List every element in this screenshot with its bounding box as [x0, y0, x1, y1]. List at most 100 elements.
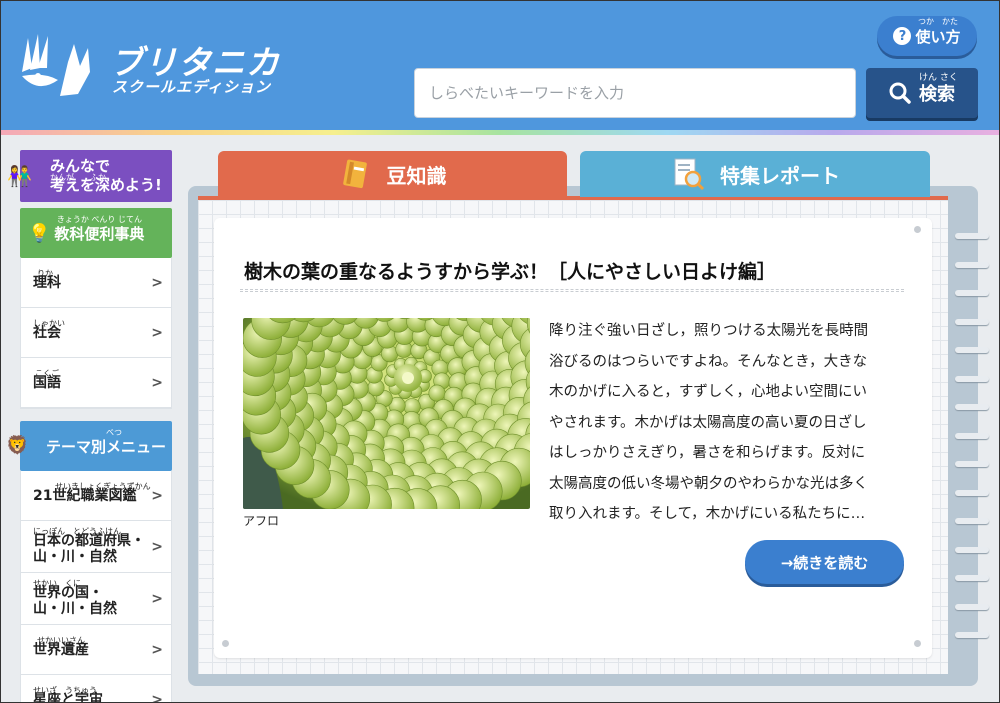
notebook-ring: [955, 347, 989, 353]
notebook-ring: [955, 318, 989, 325]
card-corner-dot: [914, 226, 921, 233]
excerpt-line: はしっかりさえぎり，暑さを和らげます。反対に: [549, 445, 866, 461]
notebook-ring: [955, 404, 989, 410]
sidebar-item-label: せかいいさん 世界遺産: [33, 636, 89, 658]
chevron-right-icon: >: [151, 487, 163, 504]
ruby-text: せかいいさん: [37, 635, 85, 645]
book-icon: [342, 159, 367, 189]
label-line1: にっぽん とどうふけん 日本の都道府県・: [33, 527, 145, 549]
question-circle-icon: ?: [893, 27, 912, 45]
article-title[interactable]: 樹木の葉の重なるようすから学ぶ！［人にやさしい日よけ編］: [244, 257, 776, 284]
chevron-right-icon: >: [151, 374, 163, 391]
lion-icon: 🦁: [6, 435, 29, 456]
notebook-ring: [955, 546, 989, 553]
theme-heading-label: べつ テーマ別メニュー: [46, 428, 167, 457]
card-corner-dot: [222, 640, 229, 647]
sidebar-item-world-heritage[interactable]: せかいいさん 世界遺産 >: [21, 625, 171, 675]
sidebar-item-science[interactable]: りか 理科 >: [21, 258, 171, 308]
search-ruby: けん さく: [919, 73, 958, 83]
sidebar-item-label: こくご 国語: [33, 369, 61, 391]
sidebar-item-constellations[interactable]: せいざ うちゅう 星座と宇宙 >: [21, 675, 171, 703]
chevron-right-icon: >: [151, 324, 163, 341]
sidebar-item-label: しゃかい 社会: [33, 319, 65, 341]
sidebar-item-label: せいきしょくぎょうずかん 21世紀職業図鑑: [33, 482, 151, 504]
people-icon: 👫: [7, 164, 32, 188]
rainbow-divider: [0, 130, 1000, 135]
chevron-right-icon: >: [151, 641, 163, 658]
sidebar-item-label: せかい くに 世界の国・ 山・川・自然: [33, 579, 117, 617]
help-button[interactable]: ? つか かた 使い方: [877, 16, 977, 56]
ruby-text: せかい くに: [33, 578, 81, 588]
notebook-ring: [955, 461, 989, 467]
chevron-right-icon: >: [151, 691, 163, 703]
search-button[interactable]: けん さく 検索: [866, 68, 978, 118]
notebook-ring: [955, 603, 989, 610]
notebook-ring: [955, 632, 989, 638]
minna-line2-wrap: かんが ふか 考えを深めよう!: [50, 173, 162, 195]
tab-special-report[interactable]: 特集レポート: [580, 151, 930, 197]
title-divider: [240, 289, 904, 292]
sidebar-item-social[interactable]: しゃかい 社会 >: [21, 308, 171, 358]
tab-trivia[interactable]: 豆知識: [218, 151, 567, 197]
tab-trivia-label: 豆知識: [386, 163, 447, 188]
theme-menu-heading: 🦁 べつ テーマ別メニュー: [6, 421, 172, 471]
excerpt-line: 太陽高度の低い冬場や朝夕のやわらかな光は多く: [549, 475, 868, 492]
search-button-label: けん さく 検索: [919, 73, 958, 106]
tab-report-label: 特集レポート: [720, 163, 840, 188]
sidebar-item-label: にっぽん とどうふけん 日本の都道府県・ 山・川・自然: [33, 527, 145, 565]
theme-list: せいきしょくぎょうずかん 21世紀職業図鑑 > にっぽん とどうふけん 日本の都道府…: [20, 471, 172, 703]
minna-ruby: かんが ふか: [50, 173, 106, 182]
search-input[interactable]: [414, 68, 856, 118]
dictionary-ruby: きょうか べんり じてん: [56, 214, 142, 224]
ruby-text: りか: [37, 268, 53, 278]
sidebar-item-careers[interactable]: せいきしょくぎょうずかん 21世紀職業図鑑 >: [21, 471, 171, 521]
minna-banner[interactable]: 👫 みんなで かんが ふか 考えを深めよう!: [7, 150, 172, 202]
notebook-ring: [955, 575, 989, 581]
sidebar-item-world-countries[interactable]: せかい くに 世界の国・ 山・川・自然 >: [21, 573, 171, 625]
subject-list: りか 理科 > しゃかい 社会 > こくご 国語 >: [20, 258, 172, 409]
theme-text: テーマ別メニュー: [46, 437, 167, 456]
sidebar-item-label: せいざ うちゅう 星座と宇宙: [33, 686, 103, 703]
chevron-right-icon: >: [151, 538, 163, 555]
chevron-right-icon: >: [151, 274, 163, 291]
lightbulb-icon: 💡: [28, 222, 51, 244]
report-magnifier-icon: [674, 158, 705, 191]
chevron-right-icon: >: [151, 590, 163, 607]
dictionary-heading: 💡 きょうか べんり じてん 教科便利事典: [20, 208, 172, 258]
bud-shape: [428, 384, 446, 402]
help-label: つか かた 使い方: [915, 17, 961, 47]
excerpt-line: 木のかげに入ると，すずしく，心地よい空間にい: [549, 384, 867, 400]
search-text: 検索: [919, 84, 955, 105]
excerpt-line: 降り注ぐ強い日ざし，照りつける太陽光を長時間: [549, 323, 869, 339]
logo-subtitle[interactable]: スクールエディション: [112, 76, 271, 97]
ruby-text: しゃかい: [33, 318, 65, 328]
excerpt-line: 浴びるのはつらいですよね。そんなとき，大きな: [549, 353, 868, 370]
read-more-button[interactable]: →続きを読む: [745, 540, 904, 584]
help-ruby: つか かた: [917, 16, 958, 26]
notebook-ring: [955, 290, 989, 296]
ruby-text: せいざ うちゅう: [33, 685, 97, 695]
theme-ruby: べつ: [106, 427, 122, 437]
article-excerpt: 降り注ぐ強い日ざし，照りつける太陽光を長時間 浴びるのはつらいですよね。そんなと…: [549, 316, 909, 530]
ruby-text: にっぽん とどうふけん: [33, 526, 121, 536]
sidebar-item-label: りか 理科: [33, 269, 61, 291]
sidebar-item-prefectures[interactable]: にっぽん とどうふけん 日本の都道府県・ 山・川・自然 >: [21, 521, 171, 573]
card-corner-dot: [914, 640, 921, 647]
notebook-ring: [955, 518, 989, 524]
notebook-ring: [955, 375, 989, 382]
dictionary-text: 教科便利事典: [54, 224, 145, 243]
content-tabs: 豆知識 特集レポート: [218, 151, 930, 197]
romanesco-buds: [243, 318, 530, 509]
notebook-ring: [955, 489, 989, 496]
image-caption: アフロ: [243, 514, 280, 528]
ruby-text: せいきしょくぎょうずかん: [55, 481, 151, 491]
logo-thistle-icon[interactable]: [18, 32, 100, 98]
help-text: 使い方: [915, 27, 961, 46]
label-line2: 山・川・自然: [33, 548, 117, 565]
ruby-text: こくご: [35, 368, 59, 378]
sidebar-item-japanese[interactable]: こくご 国語 >: [21, 358, 171, 408]
notebook-ring: [955, 261, 989, 268]
label-line1: せかい くに 世界の国・: [33, 579, 103, 601]
article-photo[interactable]: [243, 318, 530, 509]
excerpt-line: 取り入れます。そして，木かげにいる私たちに…: [549, 506, 866, 522]
